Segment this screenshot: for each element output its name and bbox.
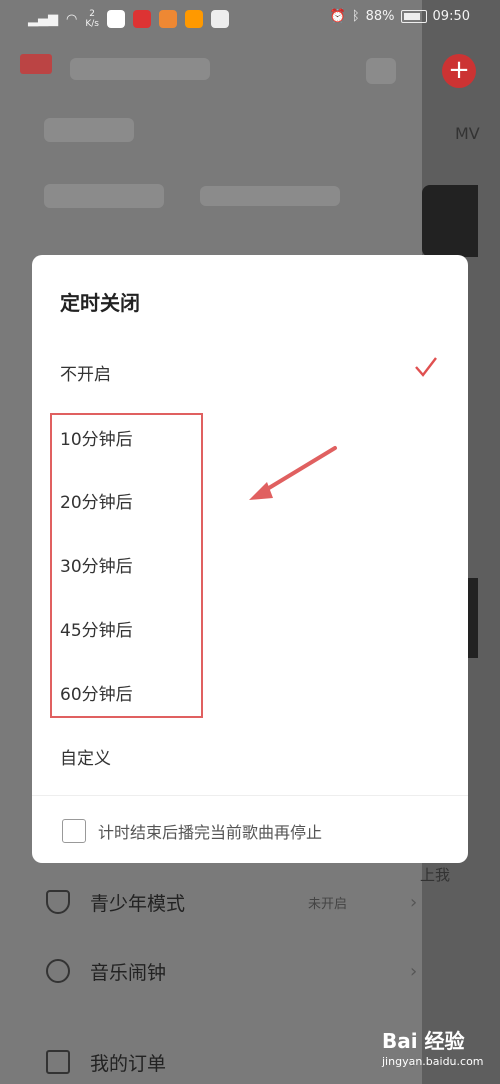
blurred-scan-button — [366, 58, 396, 84]
menu-item-label: 青少年模式 — [90, 892, 186, 915]
dialog-title: 定时关闭 — [60, 291, 140, 315]
shield-icon — [46, 890, 70, 914]
chevron-right-icon: › — [410, 891, 418, 913]
menu-item-my-orders[interactable]: 我的订单 › — [46, 1042, 417, 1082]
chevron-right-icon: › — [410, 960, 418, 982]
clock-icon — [46, 959, 70, 983]
document-icon — [46, 1050, 70, 1074]
option-off[interactable]: 不开启 — [60, 360, 111, 385]
app-icon — [184, 10, 203, 28]
blurred-username — [70, 58, 210, 80]
add-button[interactable]: + — [442, 54, 476, 88]
bluetooth-icon: ᛒ — [351, 9, 360, 24]
blurred-menu-item — [44, 184, 164, 208]
menu-item-value: 未开启 — [308, 896, 348, 912]
checkbox-label: 计时结束后播完当前歌曲再停止 — [98, 823, 323, 842]
network-speed: 2 K/s — [85, 9, 99, 29]
menu-item-music-alarm[interactable]: 音乐闹钟 › — [46, 951, 417, 991]
app-icon — [132, 10, 151, 28]
battery-icon — [400, 10, 427, 23]
clock-time: 09:50 — [432, 9, 470, 24]
annotation-arrow-icon — [249, 446, 337, 500]
menu-item-label: 音乐闹钟 — [90, 961, 167, 984]
app-logo — [20, 54, 52, 74]
blurred-banner — [200, 186, 340, 206]
menu-item-youth-mode[interactable]: 青少年模式 未开启 › — [46, 882, 417, 922]
mv-tab[interactable]: MV — [455, 124, 480, 143]
app-icon — [158, 10, 177, 28]
app-icon — [106, 10, 125, 28]
checkmark-icon — [415, 357, 437, 377]
content-card — [422, 185, 478, 257]
status-bar: ▂▄▆ ◠ 2 K/s ⏰ ᛒ 88% 09:50 — [0, 0, 500, 36]
watermark: Bai 经验 jingyan.baidu.com — [382, 1029, 484, 1068]
finish-song-checkbox[interactable] — [62, 819, 86, 843]
side-text: 上我 — [420, 866, 451, 884]
app-icon — [210, 10, 229, 28]
dialog-divider — [32, 795, 468, 796]
alarm-icon: ⏰ — [329, 9, 346, 24]
battery-percent: 88% — [365, 9, 395, 24]
blurred-menu-item — [44, 118, 134, 142]
wifi-icon: ◠ — [66, 11, 78, 27]
annotation-highlight-box — [50, 413, 203, 718]
menu-item-label: 我的订单 — [90, 1052, 167, 1075]
signal-icon: ▂▄▆ — [28, 11, 58, 27]
option-custom[interactable]: 自定义 — [60, 744, 111, 769]
